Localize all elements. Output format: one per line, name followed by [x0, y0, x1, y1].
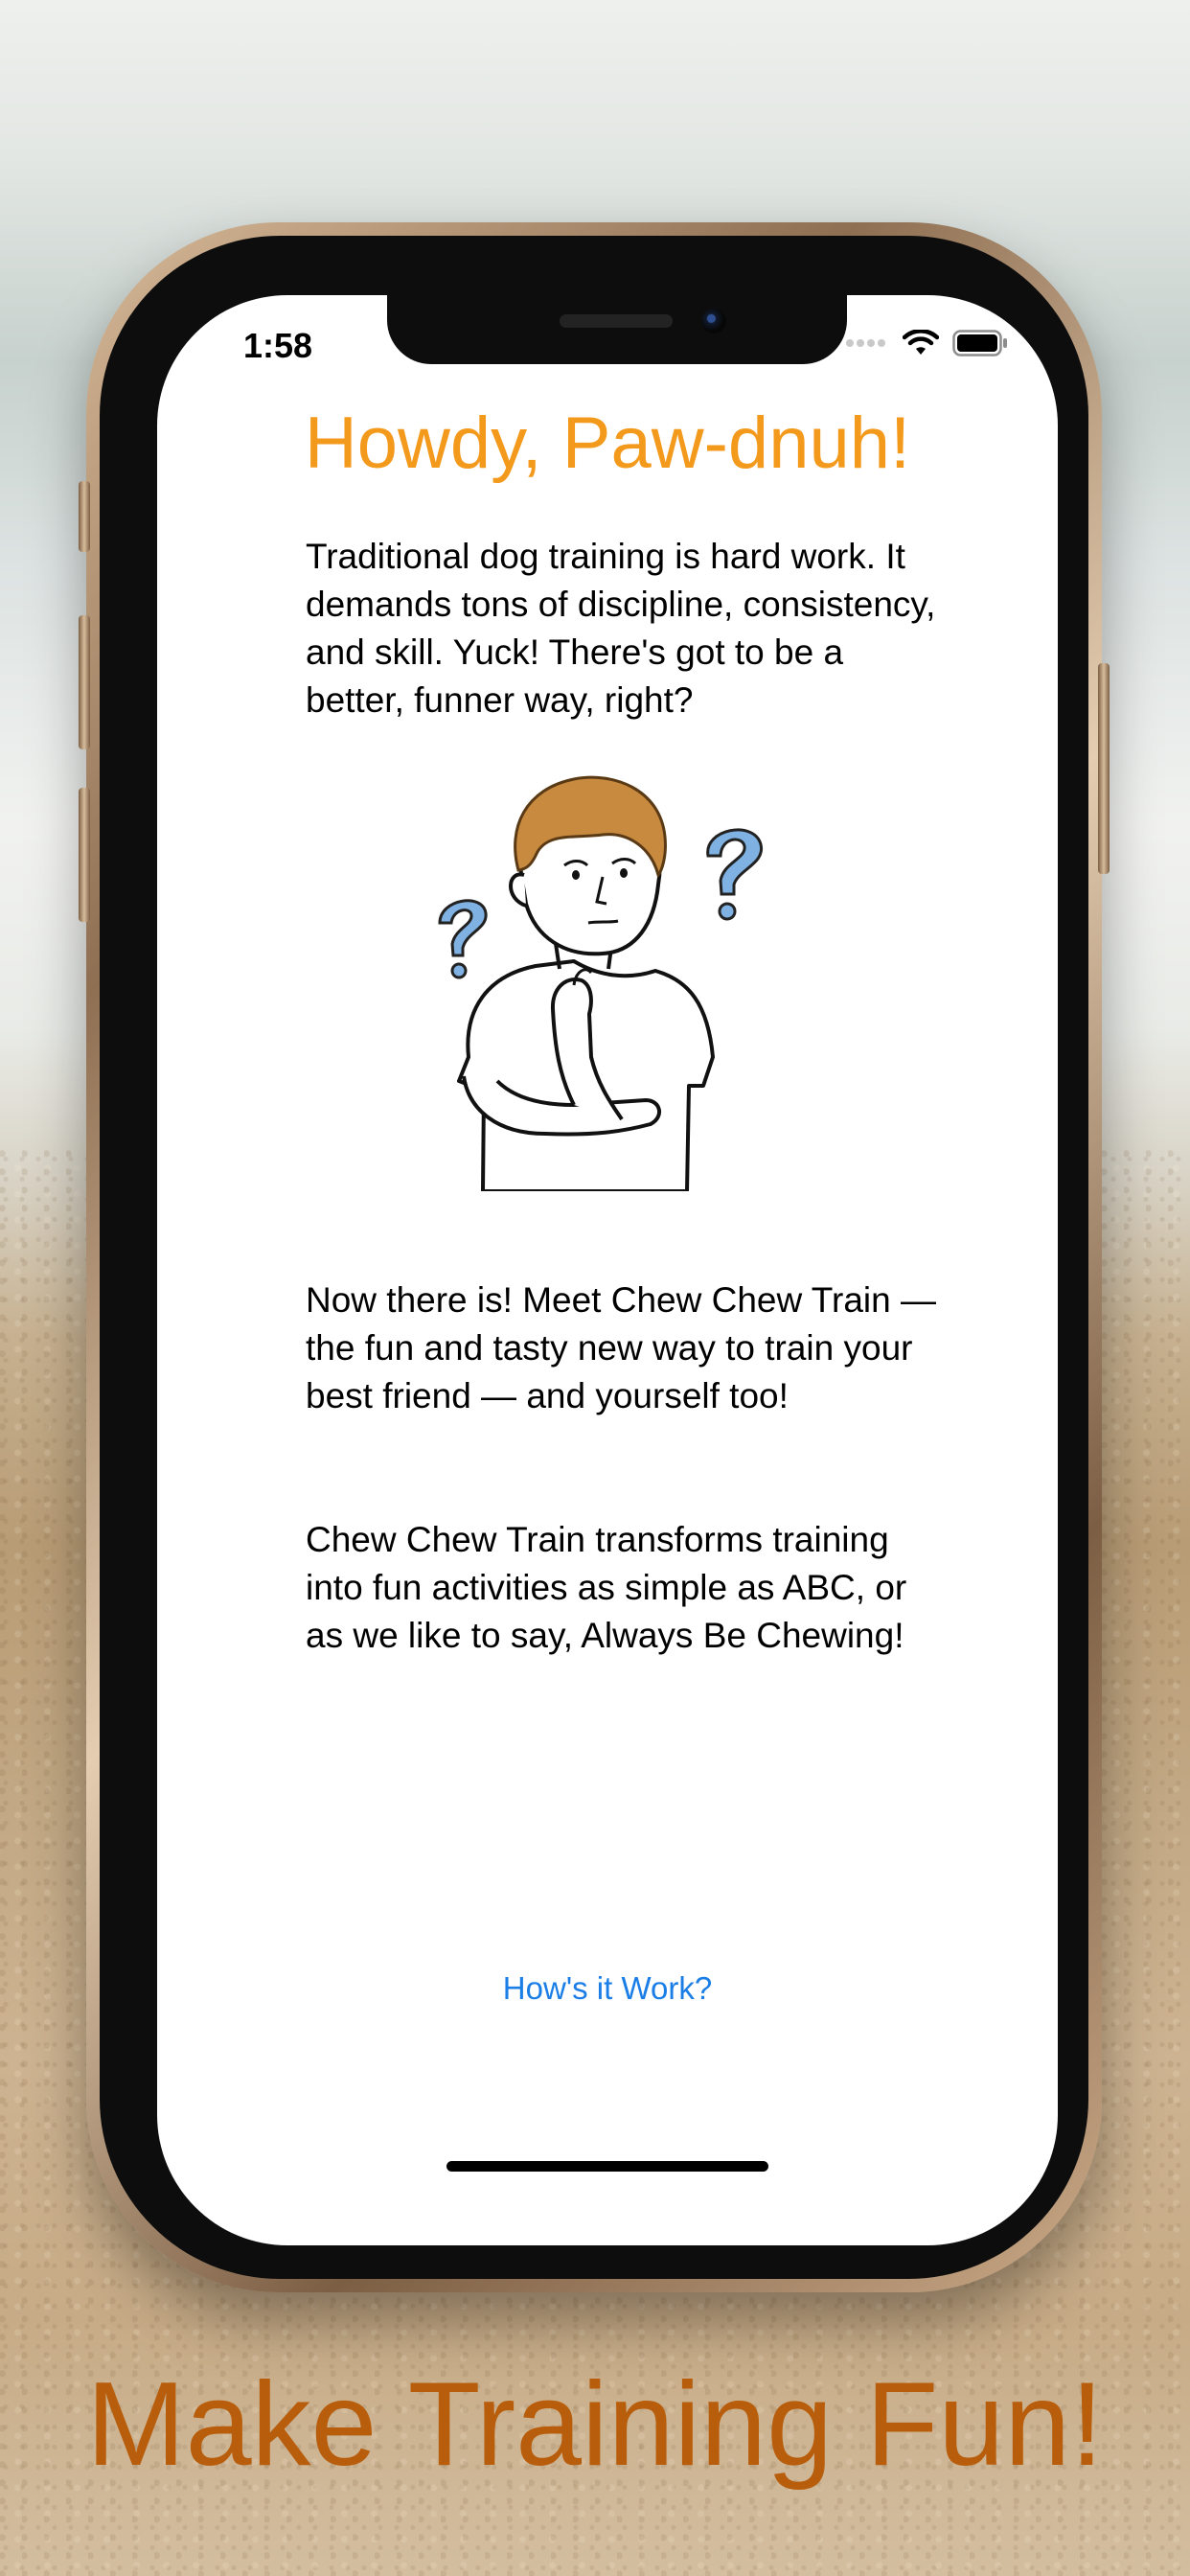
phone-bezel: 1:58 Howdy, Paw-dnuh! Traditional dog tr…	[100, 236, 1088, 2279]
speaker-grille	[560, 314, 673, 328]
volume-up-button	[79, 615, 90, 749]
marketing-tagline: Make Training Fun!	[86, 2358, 1104, 2491]
thinking-person-illustration	[438, 775, 764, 1191]
battery-icon	[952, 330, 1007, 356]
hows-it-work-link[interactable]: How's it Work?	[157, 1970, 1058, 2007]
wifi-icon	[903, 330, 939, 355]
page-title: Howdy, Paw-dnuh!	[304, 402, 911, 484]
phone-frame: 1:58 Howdy, Paw-dnuh! Traditional dog tr…	[79, 222, 1110, 2292]
silent-switch	[79, 481, 90, 552]
paragraph-abc: Chew Chew Train transforms training into…	[306, 1520, 907, 1655]
app-screen: 1:58 Howdy, Paw-dnuh! Traditional dog tr…	[157, 295, 1058, 2245]
camera-icon	[701, 309, 726, 334]
question-mark-icon	[706, 828, 764, 921]
paragraph-meet: Now there is! Meet Chew Chew Train — the…	[306, 1280, 937, 1415]
notch	[387, 295, 847, 364]
volume-down-button	[79, 788, 90, 922]
power-button	[1098, 663, 1110, 874]
status-time: 1:58	[243, 326, 313, 365]
status-icons	[846, 330, 1008, 356]
intro-text: Traditional dog training is hard work. I…	[306, 537, 936, 720]
signal-icon	[846, 339, 885, 347]
home-indicator[interactable]	[446, 2161, 768, 2172]
question-mark-icon	[438, 899, 488, 979]
